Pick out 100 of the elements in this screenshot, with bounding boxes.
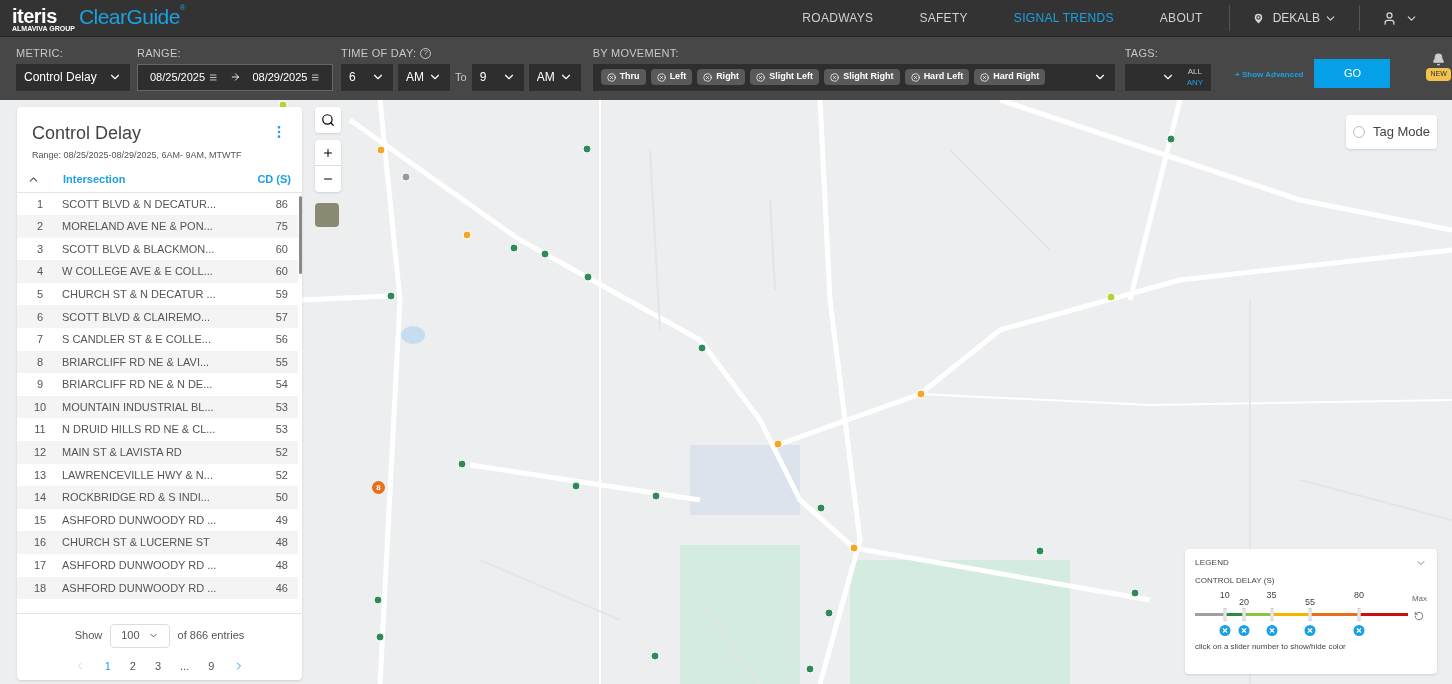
delay-cell-text: 86: [275, 196, 288, 212]
table-row[interactable]: 18 ASHFORD DUNWOODY RD ... 46: [17, 576, 298, 600]
signal-marker[interactable]: [457, 459, 467, 469]
scrollbar[interactable]: [299, 195, 302, 274]
table-row[interactable]: 6 SCOTT BLVD & CLAIREMO... 57: [17, 305, 298, 329]
remove-threshold-button[interactable]: [1353, 625, 1365, 636]
ampm-dropdown[interactable]: AM: [398, 63, 450, 91]
table-row[interactable]: 10 MOUNTAIN INDUSTRIAL BL... 53: [17, 395, 298, 419]
delay-cell-text: 59: [275, 286, 288, 302]
to-label: To: [455, 69, 467, 85]
table-row[interactable]: 12 MAIN ST & LAVISTA RD 52: [17, 441, 298, 464]
signal-marker[interactable]: [571, 481, 581, 491]
signal-marker[interactable]: [462, 230, 472, 240]
table-row[interactable]: 2 MORELAND AVE NE & PON... 75: [17, 215, 298, 238]
tag-mode-toggle[interactable]: Tag Mode: [1345, 115, 1437, 149]
table-row[interactable]: 4 W COLLEGE AVE & E COLL... 60: [17, 260, 298, 283]
nav-link[interactable]: SIGNAL TRENDS: [1013, 9, 1114, 27]
intersection-cell-text: BRIARCLIFF RD NE & N DE...: [62, 377, 214, 393]
signal-marker[interactable]: [376, 145, 386, 155]
movement-chip[interactable]: Right: [697, 69, 746, 85]
threshold-value[interactable]: 80: [1353, 589, 1364, 603]
rank-cell-text: 7: [35, 332, 45, 348]
movement-chip[interactable]: Hard Right: [974, 69, 1046, 85]
remove-threshold-button[interactable]: [1266, 625, 1278, 636]
signal-marker[interactable]: [373, 595, 383, 605]
ampm-dropdown[interactable]: AM: [528, 63, 581, 91]
remove-threshold-button[interactable]: [1219, 625, 1231, 636]
intersection-cell-text: SCOTT BLVD & N DECATUR...: [62, 196, 218, 212]
signal-marker[interactable]: [1130, 588, 1140, 598]
threshold-value[interactable]: 20: [1238, 596, 1249, 610]
signal-marker[interactable]: [509, 243, 519, 253]
signal-marker[interactable]: [773, 439, 783, 449]
movement-chip[interactable]: Thru: [600, 69, 646, 85]
threshold-value[interactable]: 35: [1266, 589, 1277, 603]
hour-dropdown[interactable]: 6: [341, 63, 393, 91]
range-label: RANGE:: [137, 46, 182, 61]
remove-icon: [910, 72, 920, 82]
region-dropdown[interactable]: DEKALB: [1229, 9, 1359, 27]
reset-icon[interactable]: [1414, 611, 1425, 621]
signal-marker[interactable]: [697, 343, 707, 353]
signal-marker[interactable]: [1035, 546, 1045, 556]
bell-icon[interactable]: [1432, 53, 1446, 66]
movement-chip[interactable]: Slight Right: [824, 69, 900, 85]
slider-handle[interactable]: [1223, 608, 1227, 621]
page-link[interactable]: 3: [154, 657, 162, 674]
rank-cell-text: 9: [35, 377, 45, 393]
tag-match-option[interactable]: ALL: [1187, 67, 1202, 76]
signal-marker[interactable]: [916, 389, 926, 399]
nav-link[interactable]: SAFETY: [919, 9, 968, 27]
page-size-dropdown[interactable]: 100: [110, 623, 170, 648]
nav-link[interactable]: ROADWAYS: [802, 9, 874, 27]
metric-dropdown[interactable]: Control Delay: [16, 63, 130, 91]
delay-cell-text: 56: [275, 332, 288, 348]
signal-marker[interactable]: [1106, 292, 1116, 302]
rank-cell-text: 1: [35, 196, 45, 212]
nav-link[interactable]: ABOUT: [1159, 9, 1203, 27]
movement-select[interactable]: Thru Left Right Slight Left Slight Right Hard Left Hard Right: [592, 63, 1115, 91]
movement-chip[interactable]: Slight Left: [750, 69, 820, 85]
menu-icon: [311, 71, 320, 83]
slider-handle[interactable]: [1357, 608, 1361, 621]
signal-marker[interactable]: [824, 608, 834, 618]
legend-hint: click on a slider number to show/hide color: [1195, 641, 1347, 653]
table-row[interactable]: 14 ROCKBRIDGE RD & S INDI... 50: [17, 486, 298, 509]
signal-marker[interactable]: [386, 291, 396, 301]
slider-handle[interactable]: [1242, 608, 1246, 621]
signal-marker[interactable]: [651, 491, 661, 501]
signal-marker[interactable]: [1166, 134, 1176, 144]
page-link[interactable]: 2: [129, 657, 136, 674]
intersection-cell-text: ASHFORD DUNWOODY RD ...: [62, 512, 218, 528]
table-row[interactable]: 8 BRIARCLIFF RD NE & LAVI... 55: [17, 350, 298, 374]
time-of-day-label: TIME OF DAY:: [341, 46, 417, 61]
lake: [401, 326, 425, 344]
date-range-field[interactable]: 08/25/2025 08/29/2025: [137, 63, 333, 91]
max-label: Max: [1411, 593, 1427, 605]
signal-marker[interactable]: [375, 632, 385, 642]
remove-threshold-button[interactable]: [1304, 625, 1316, 636]
threshold-value[interactable]: 55: [1304, 596, 1315, 610]
signal-marker[interactable]: [650, 651, 660, 661]
page-link[interactable]: ...: [180, 657, 190, 674]
slider-handle[interactable]: [1308, 608, 1312, 621]
signal-marker[interactable]: [540, 249, 550, 259]
tag-match-option[interactable]: ANY: [1186, 78, 1204, 87]
radio-button[interactable]: [1352, 126, 1365, 138]
signal-marker[interactable]: [401, 172, 411, 182]
signal-marker[interactable]: [805, 664, 815, 674]
slider-handle[interactable]: [1270, 608, 1274, 621]
satellite-layer-button[interactable]: [315, 203, 339, 227]
signal-marker[interactable]: [583, 272, 593, 282]
signal-marker[interactable]: [582, 144, 592, 154]
search-button[interactable]: [315, 107, 341, 133]
movement-chip[interactable]: Hard Left: [904, 69, 970, 85]
signal-marker[interactable]: [816, 503, 826, 513]
hour-dropdown[interactable]: 9: [471, 63, 524, 91]
threshold-value[interactable]: 10: [1219, 589, 1230, 603]
signal-marker[interactable]: [849, 543, 859, 553]
table-row[interactable]: 16 CHURCH ST & LUCERNE ST 48: [17, 531, 298, 554]
page-link[interactable]: 9: [208, 657, 215, 674]
color-scale-track[interactable]: [1195, 608, 1408, 621]
movement-chip[interactable]: Left: [650, 69, 693, 85]
remove-threshold-button[interactable]: [1238, 625, 1250, 636]
